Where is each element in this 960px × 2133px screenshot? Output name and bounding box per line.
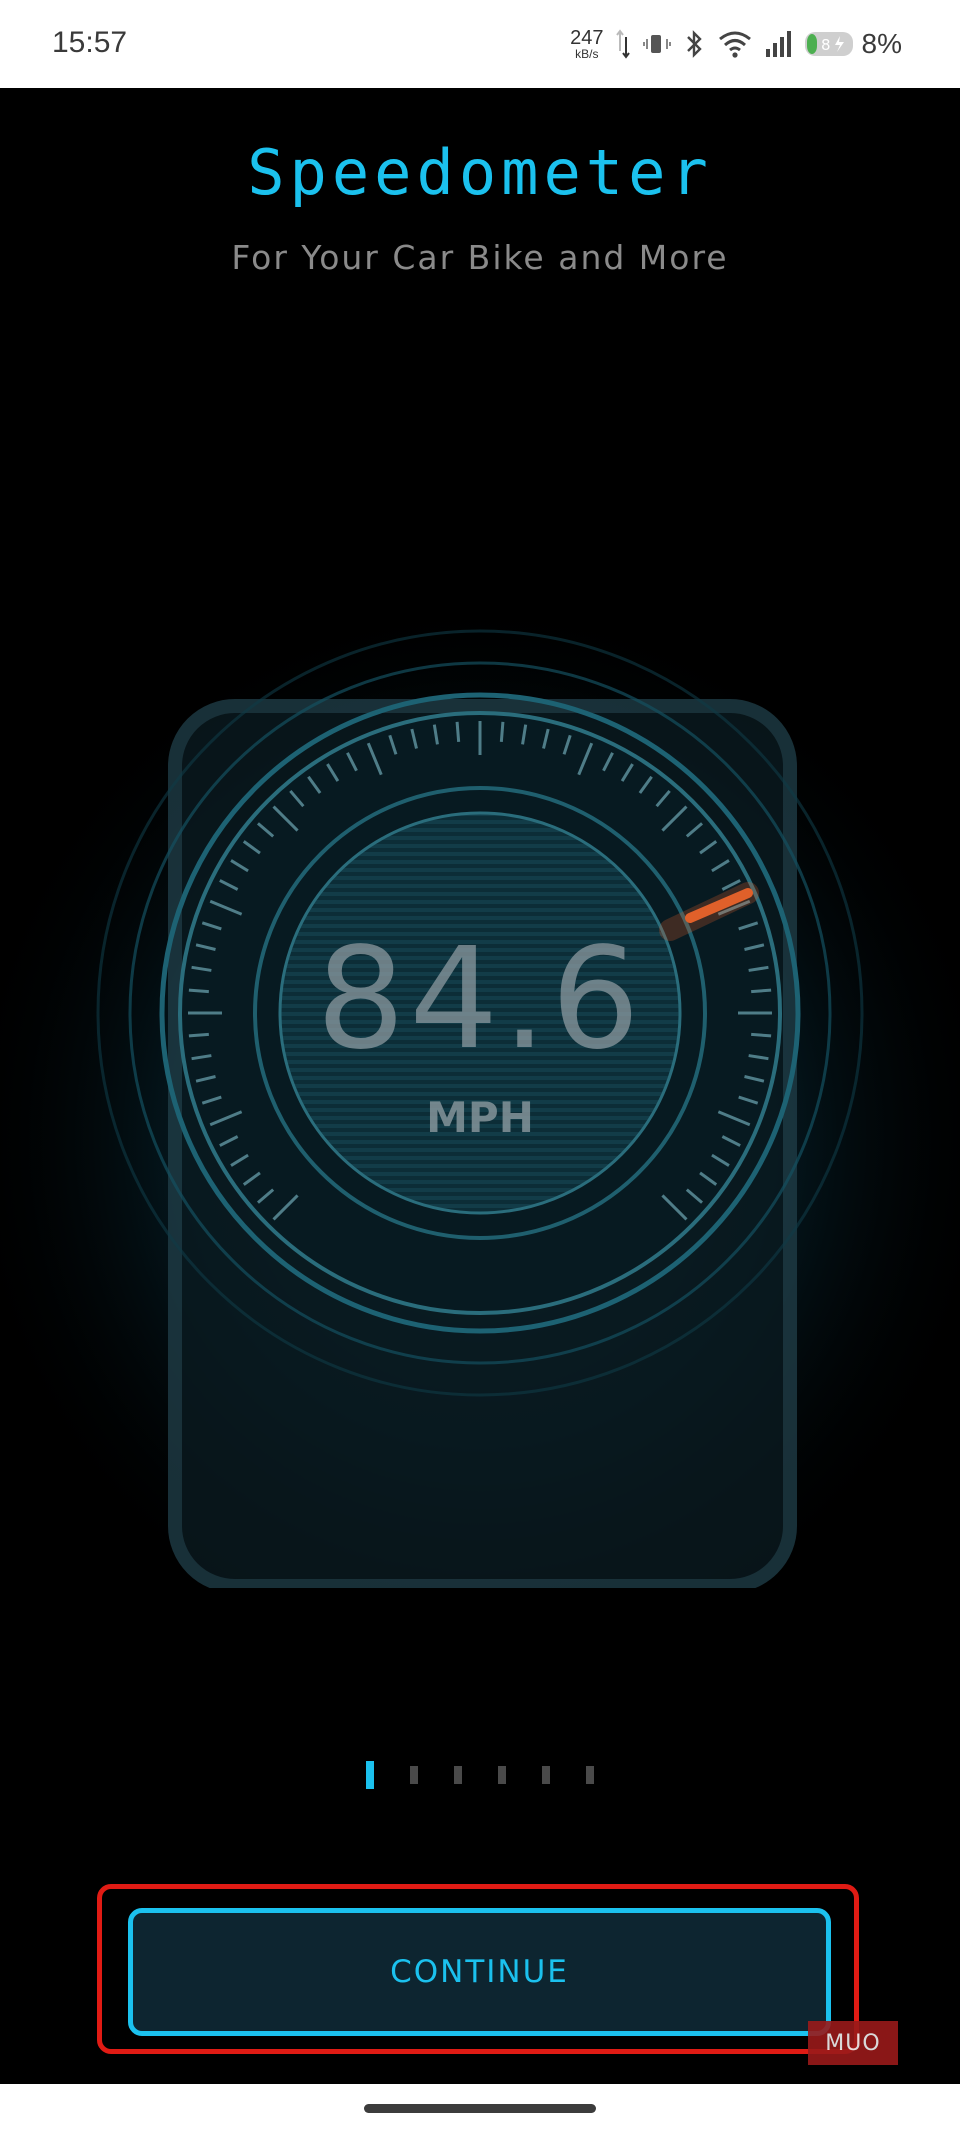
watermark-logo: MUO [808,2021,898,2065]
page-title: Speedometer [247,136,713,209]
page-dot [454,1766,462,1784]
battery-icon: 8 8% [804,28,902,60]
data-transfer-icon [615,29,630,59]
page-indicator [0,1760,960,1790]
network-speed-unit: kB/s [575,47,599,61]
gauge-tick [499,721,505,742]
network-speed: 247 kB/s [570,28,603,60]
bluetooth-icon [684,29,706,59]
page-dot [498,1766,506,1784]
page-dot [542,1766,550,1784]
status-icons: 247 kB/s 8 8% [570,22,902,66]
speed-unit: MPH [426,1093,534,1142]
page-dot [586,1766,594,1784]
home-handle[interactable] [364,2104,596,2113]
page-dot-active [366,1761,374,1789]
battery-icon-level: 8 [821,36,831,54]
speedometer-illustration [0,588,960,1588]
page-dot [410,1766,418,1784]
battery-percent: 8% [861,28,902,59]
wifi-icon [718,29,752,59]
network-speed-value: 247 [570,27,604,49]
signal-icon [764,29,792,59]
page-subtitle: For Your Car Bike and More [231,238,729,277]
speed-value: 84.6 [316,918,644,1081]
continue-button[interactable]: CONTINUE [128,1908,831,2036]
status-time: 15:57 [52,26,128,59]
gauge-tick [455,721,461,742]
vibrate-icon [642,29,672,59]
onboarding-screen: Speedometer For Your Car Bike and More 8… [0,88,960,2084]
status-bar: 15:57 247 kB/s 8 8% [0,0,960,88]
navigation-bar [0,2084,960,2133]
